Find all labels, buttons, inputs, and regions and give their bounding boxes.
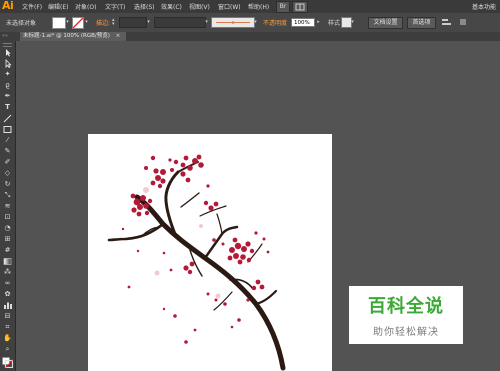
artboard-tool-icon[interactable]: ⊟ bbox=[2, 312, 13, 321]
blend-tool-icon[interactable]: ∞ bbox=[2, 279, 13, 288]
slice-tool-icon[interactable]: ⌗ bbox=[2, 323, 13, 332]
fill-stroke-swatches[interactable] bbox=[2, 357, 14, 369]
blossom-clusters bbox=[130, 154, 265, 291]
zoom-tool-icon[interactable]: ⌕ bbox=[2, 345, 13, 354]
brush-definition-dropdown[interactable]: ▾ bbox=[253, 17, 258, 27]
pencil-tool-icon[interactable]: ✎ bbox=[2, 147, 13, 156]
free-transform-tool-icon[interactable]: ⊡ bbox=[2, 213, 13, 222]
symbol-sprayer-tool-icon[interactable]: ✿ bbox=[2, 290, 13, 299]
rectangle-tool-icon[interactable] bbox=[2, 125, 13, 134]
plum-blossom-artwork[interactable] bbox=[100, 150, 300, 371]
panel-menu-icon[interactable] bbox=[458, 17, 468, 27]
column-graph-tool-icon[interactable] bbox=[2, 301, 13, 310]
document-tab-title: 未标题-1.ai* @ 100% (RGB/预览) bbox=[23, 33, 110, 39]
close-tab-icon[interactable]: × bbox=[116, 33, 121, 39]
rotate-tool-icon[interactable]: ↻ bbox=[2, 180, 13, 189]
eyedropper-tool-icon[interactable]: ⁂ bbox=[2, 268, 13, 277]
perspective-grid-tool-icon[interactable]: ⊞ bbox=[2, 235, 13, 244]
stroke-label[interactable]: 描边: bbox=[96, 18, 110, 27]
width-tool-icon[interactable]: ≋ bbox=[2, 202, 13, 211]
menu-window[interactable]: 窗口(W) bbox=[218, 2, 241, 11]
menu-effect[interactable]: 效果(C) bbox=[161, 2, 182, 11]
stroke-swatch[interactable] bbox=[72, 17, 84, 29]
menu-object[interactable]: 对象(O) bbox=[75, 2, 96, 11]
stroke-weight-stepper[interactable]: ▴ ▾ bbox=[112, 18, 117, 27]
blossom-cluster bbox=[150, 168, 166, 189]
blossom-cluster bbox=[227, 237, 255, 265]
menu-view[interactable]: 视图(V) bbox=[189, 2, 210, 11]
control-bar: 未选择对象 ▾ ▾ 描边: ▴ ▾ ▾ ▾ ▾ 不透明度 ▸ 样式 ▾ 文档设置 … bbox=[0, 13, 500, 33]
menu-help[interactable]: 帮助(H) bbox=[248, 2, 269, 11]
pen-tool-icon[interactable]: ✒ bbox=[2, 92, 13, 101]
blossom-cluster bbox=[170, 154, 204, 183]
workspace-switcher[interactable]: 基本功能 bbox=[472, 2, 496, 11]
panel-grip[interactable] bbox=[3, 43, 12, 47]
opacity-label[interactable]: 不透明度 bbox=[263, 18, 287, 27]
blob-brush-tool-icon[interactable]: ✐ bbox=[2, 158, 13, 167]
magic-wand-tool-icon[interactable]: ✦ bbox=[2, 70, 13, 79]
document-tab[interactable]: 未标题-1.ai* @ 100% (RGB/预览) × bbox=[20, 32, 127, 41]
selection-tool-icon[interactable] bbox=[2, 48, 13, 57]
shape-builder-tool-icon[interactable]: ◔ bbox=[2, 224, 13, 233]
stroke-dropdown-arrow[interactable]: ▾ bbox=[84, 17, 89, 27]
menu-file[interactable]: 文件(F) bbox=[22, 2, 42, 11]
variable-width-profile[interactable] bbox=[154, 17, 206, 28]
no-stroke-icon bbox=[72, 17, 84, 29]
watermark-subtitle: 助你轻松解决 bbox=[373, 327, 439, 338]
mesh-tool-icon[interactable]: # bbox=[2, 246, 13, 255]
type-tool-icon[interactable]: T bbox=[2, 103, 13, 112]
document-setup-button[interactable]: 文档设置 bbox=[368, 17, 403, 29]
menu-bar: Ai 文件(F) 编辑(E) 对象(O) 文字(T) 选择(S) 效果(C) 视… bbox=[0, 0, 500, 13]
brush-definition-field[interactable] bbox=[211, 17, 255, 28]
branch bbox=[107, 161, 286, 371]
gradient-tool-icon[interactable] bbox=[2, 257, 13, 266]
eraser-tool-icon[interactable]: ◇ bbox=[2, 169, 13, 178]
blossom-cluster bbox=[251, 279, 265, 291]
blossom-cluster bbox=[183, 261, 195, 275]
line-tool-icon[interactable] bbox=[2, 114, 13, 123]
tools-panel: ✦ ϱ ✒ T ⁄ ✎ ✐ ◇ ↻ ⤡ ≋ ⊡ ◔ ⊞ # ⁂ ∞ ✿ ⊟ ⌗ … bbox=[0, 41, 16, 371]
preferences-button[interactable]: 首选项 bbox=[407, 17, 436, 29]
graphic-style-dropdown[interactable]: ▾ bbox=[350, 17, 355, 27]
scale-tool-icon[interactable]: ⤡ bbox=[2, 191, 13, 200]
fill-swatch[interactable] bbox=[52, 17, 66, 29]
arrange-icon bbox=[295, 3, 305, 11]
variable-width-dropdown[interactable]: ▾ bbox=[204, 17, 209, 27]
menu-type[interactable]: 文字(T) bbox=[105, 2, 125, 11]
stroke-weight-dropdown[interactable]: ▾ bbox=[146, 17, 151, 27]
stroke-weight-field[interactable] bbox=[119, 17, 147, 28]
opacity-dropdown[interactable]: ▸ bbox=[316, 17, 321, 27]
document-tab-bar: «« 未标题-1.ai* @ 100% (RGB/预览) × bbox=[0, 32, 500, 41]
menu-select[interactable]: 选择(S) bbox=[134, 2, 155, 11]
bridge-button[interactable]: Br bbox=[276, 1, 290, 13]
app-logo: Ai bbox=[2, 0, 14, 12]
hand-tool-icon[interactable]: ✋ bbox=[2, 334, 13, 343]
opacity-input[interactable]: 100% bbox=[291, 18, 315, 27]
selection-status: 未选择对象 bbox=[6, 20, 37, 27]
style-label: 样式 bbox=[328, 20, 341, 27]
brush-stroke-icon bbox=[216, 21, 250, 24]
watermark-badge: 百科全说 助你轻松解决 bbox=[349, 286, 463, 344]
fill-dropdown-arrow[interactable]: ▾ bbox=[65, 17, 70, 27]
arrange-documents-button[interactable] bbox=[292, 1, 308, 13]
align-icon[interactable] bbox=[441, 17, 453, 27]
lasso-tool-icon[interactable]: ϱ bbox=[2, 81, 13, 90]
direct-selection-tool-icon[interactable] bbox=[2, 59, 13, 69]
menu-edit[interactable]: 编辑(E) bbox=[48, 2, 68, 11]
paintbrush-tool-icon[interactable]: ⁄ bbox=[2, 136, 13, 145]
watermark-title: 百科全说 bbox=[368, 296, 444, 317]
collapse-panels-icon[interactable]: «« bbox=[2, 34, 16, 39]
